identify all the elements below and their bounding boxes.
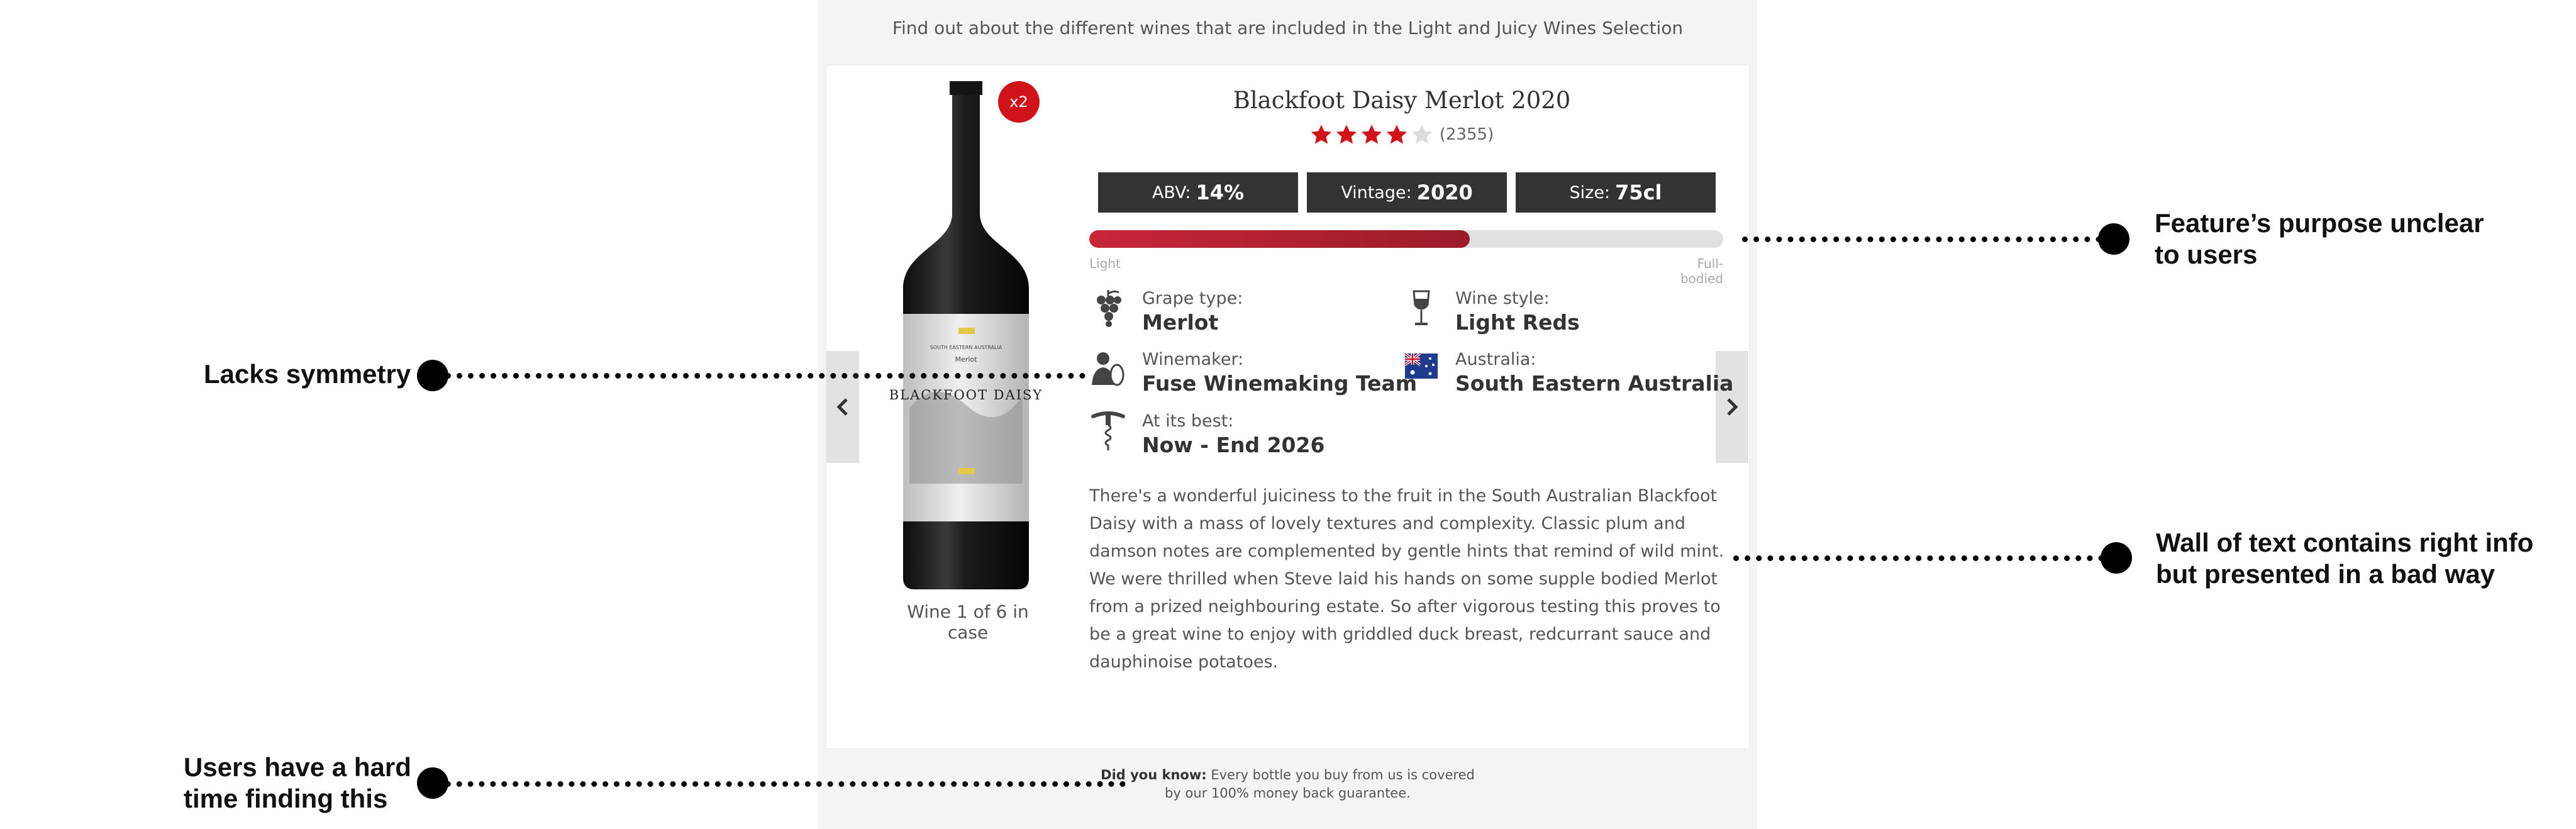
wine-glass-icon xyxy=(1402,289,1440,333)
wine-bottle-image: SOUTH EASTERN AUSTRALIA Merlot BLACKFOOT… xyxy=(884,81,1048,591)
previous-wine-button[interactable] xyxy=(826,351,859,463)
size-value: 75cl xyxy=(1615,181,1662,204)
wine-style-value: Light Reds xyxy=(1455,310,1580,335)
annotation-marker xyxy=(417,360,448,391)
guarantee-line-1: Every bottle you buy from us is covered xyxy=(1211,767,1475,782)
at-its-best-label: At its best: xyxy=(1142,411,1234,431)
star-filled-icon xyxy=(1361,125,1382,144)
abv-label: ABV: xyxy=(1152,182,1191,203)
chevron-right-icon xyxy=(1727,398,1738,416)
star-rating[interactable]: (2355) xyxy=(1084,123,1719,146)
annotation-marker xyxy=(2101,542,2132,574)
size-label: Size: xyxy=(1569,182,1611,203)
body-scale-fill xyxy=(1089,230,1470,248)
vintage-chip: Vintage: 2020 xyxy=(1307,172,1507,213)
case-position: Wine 1 of 6 in case xyxy=(907,601,1029,643)
wine-card: SOUTH EASTERN AUSTRALIA Merlot BLACKFOOT… xyxy=(826,65,1750,749)
annotation-line: Lacks symmetry xyxy=(204,359,411,389)
grape-type-attribute: Grape type: Merlot xyxy=(1089,289,1379,339)
annotation-lacks-symmetry: Lacks symmetry xyxy=(204,359,411,390)
bottle-label-brand: BLACKFOOT DAISY xyxy=(889,387,1043,403)
winemaker-value: Fuse Winemaking Team xyxy=(1142,371,1418,396)
annotation-hard-to-find: Users have a hard time finding this xyxy=(184,752,411,815)
star-empty-icon xyxy=(1411,125,1432,144)
body-scale-bar xyxy=(1089,230,1723,248)
annotation-wall-of-text: Wall of text contains right info but pre… xyxy=(2156,527,2533,590)
rating-count: (2355) xyxy=(1439,125,1494,144)
star-filled-icon xyxy=(1336,125,1357,144)
vintage-value: 2020 xyxy=(1416,181,1473,204)
region-attribute: Australia: South Eastern Australia xyxy=(1402,350,1733,400)
region-label: Australia: xyxy=(1455,350,1536,369)
at-its-best-attribute: At its best: Now - End 2026 xyxy=(1089,411,1379,462)
wine-title: Blackfoot Daisy Merlot 2020 xyxy=(1233,87,1571,114)
annotation-line: Wall of text contains right info xyxy=(2156,528,2534,557)
at-its-best-value: Now - End 2026 xyxy=(1142,433,1325,457)
annotation-marker xyxy=(417,767,448,799)
star-filled-icon xyxy=(1386,125,1407,144)
star-filled-icon xyxy=(1311,125,1331,144)
annotation-connector xyxy=(1742,236,2113,242)
region-value: South Eastern Australia xyxy=(1455,371,1734,396)
australia-flag-icon xyxy=(1402,350,1440,394)
wine-style-attribute: Wine style: Light Reds xyxy=(1402,289,1692,339)
corkscrew-icon xyxy=(1089,411,1127,455)
next-wine-button[interactable] xyxy=(1716,351,1748,463)
intro-text: Find out about the different wines that … xyxy=(892,18,1684,38)
annotation-connector xyxy=(434,781,1126,787)
annotation-line: Feature’s purpose unclear xyxy=(2155,208,2484,238)
chevron-left-icon xyxy=(836,398,848,416)
wine-spec-chips: ABV: 14% Vintage: 2020 Size: 75cl xyxy=(1098,172,1716,213)
abv-chip: ABV: 14% xyxy=(1098,172,1298,213)
annotation-connector xyxy=(434,373,1085,379)
rating-stars xyxy=(1310,123,1433,146)
grape-type-value: Merlot xyxy=(1142,310,1219,335)
body-scale-high-label: Full-bodied xyxy=(1680,256,1723,286)
guarantee-label: Did you know: xyxy=(1101,767,1207,782)
product-panel: Find out about the different wines that … xyxy=(818,0,1757,829)
annotation-line: Users have a hard xyxy=(184,752,411,782)
wine-description: There's a wonderful juiciness to the fru… xyxy=(1089,486,1724,672)
annotation-marker xyxy=(2098,223,2129,255)
abv-value: 14% xyxy=(1196,181,1245,204)
winemaker-label: Winemaker: xyxy=(1142,350,1244,369)
winemaker-attribute: Winemaker: Fuse Winemaking Team xyxy=(1089,350,1417,400)
wine-style-label: Wine style: xyxy=(1455,289,1550,308)
annotation-connector xyxy=(1733,555,2116,561)
annotation-line: time finding this xyxy=(184,784,388,813)
quantity-badge: x2 xyxy=(998,81,1040,123)
guarantee-line-2: by our 100% money back guarantee. xyxy=(1165,786,1411,801)
bottle-label-variety: Merlot xyxy=(955,355,978,364)
body-scale-low-label: Light xyxy=(1089,256,1121,271)
vintage-label: Vintage: xyxy=(1341,182,1412,203)
grape-type-label: Grape type: xyxy=(1142,289,1243,308)
grapes-icon xyxy=(1089,289,1127,333)
bottle-label-region: SOUTH EASTERN AUSTRALIA xyxy=(930,345,1002,350)
annotation-line: to users xyxy=(2155,240,2258,269)
winemaker-icon xyxy=(1089,350,1127,394)
size-chip: Size: 75cl xyxy=(1516,172,1716,213)
annotation-line: but presented in a bad way xyxy=(2156,559,2496,589)
annotation-feature-purpose: Feature’s purpose unclear to users xyxy=(2155,208,2484,270)
